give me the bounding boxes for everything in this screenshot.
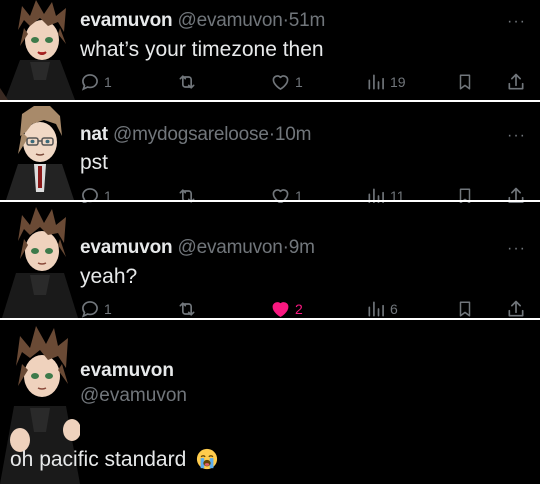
reply-icon (81, 301, 98, 318)
timestamp[interactable]: 51m (289, 10, 326, 31)
analytics-icon (368, 74, 384, 90)
reply-count: 1 (104, 301, 112, 317)
share-icon (508, 300, 524, 317)
tweet-text: oh pacific standard (10, 448, 218, 472)
bookmark-button[interactable] (456, 70, 474, 94)
like-count: 2 (295, 301, 303, 317)
timestamp[interactable]: 10m (275, 124, 312, 145)
heart-outline-icon (272, 75, 289, 90)
heart-filled-icon (272, 302, 289, 317)
like-button[interactable]: 1 (270, 70, 303, 94)
display-name[interactable]: evamuvon (80, 10, 173, 31)
retweet-icon (179, 302, 195, 316)
tweet-header: nat @mydogsareloose·10m (80, 124, 311, 146)
timestamp[interactable]: 9m (289, 237, 315, 258)
avatar[interactable] (0, 0, 80, 100)
reply-count: 1 (104, 74, 112, 90)
tweet[interactable]: evamuvon @evamuvon·9m ··· yeah? 1 2 6 (0, 203, 540, 318)
divider (0, 200, 540, 202)
tweet-text: pst (80, 151, 109, 174)
tweet-text: yeah? (80, 265, 138, 288)
more-options-icon[interactable]: ··· (507, 128, 526, 144)
share-button[interactable] (506, 70, 526, 94)
tweet-header: evamuvon @evamuvon·51m (80, 10, 325, 32)
more-options-icon[interactable]: ··· (507, 241, 526, 257)
tweet-header: evamuvon @evamuvon·9m (80, 237, 315, 259)
view-count: 6 (390, 301, 398, 317)
avatar[interactable] (0, 203, 80, 318)
more-options-icon[interactable]: ··· (507, 14, 526, 30)
share-icon (508, 73, 524, 90)
user-handle[interactable]: @mydogsareloose (113, 124, 269, 145)
user-handle[interactable]: @evamuvon (177, 237, 282, 258)
focused-tweet[interactable]: evamuvon @evamuvon oh pacific standard (0, 322, 540, 484)
retweet-button[interactable] (176, 70, 202, 94)
tweet-text-content: oh pacific standard (10, 448, 187, 471)
reply-icon (81, 74, 98, 91)
view-count: 19 (390, 74, 406, 90)
like-count: 1 (295, 74, 303, 90)
views-button[interactable]: 19 (366, 70, 406, 94)
retweet-icon (179, 75, 195, 89)
user-handle[interactable]: @evamuvon (177, 10, 282, 31)
display-name[interactable]: evamuvon (80, 360, 174, 382)
bookmark-icon (459, 74, 471, 90)
display-name[interactable]: evamuvon (80, 237, 173, 258)
display-name[interactable]: nat (80, 124, 108, 145)
avatar[interactable] (0, 102, 80, 200)
reply-button[interactable]: 1 (80, 70, 112, 94)
tweet-text: what’s your timezone then (80, 38, 324, 61)
tweet[interactable]: nat @mydogsareloose·10m ··· pst 1 1 11 (0, 102, 540, 205)
user-handle[interactable]: @evamuvon (80, 385, 187, 407)
tweet[interactable]: evamuvon @evamuvon·51m ··· what’s your t… (0, 0, 540, 100)
bookmark-icon (459, 301, 471, 317)
loudly-crying-face-emoji-icon (197, 448, 218, 470)
action-bar: 1 1 19 (80, 70, 530, 94)
divider (0, 318, 540, 320)
analytics-icon (368, 301, 384, 317)
